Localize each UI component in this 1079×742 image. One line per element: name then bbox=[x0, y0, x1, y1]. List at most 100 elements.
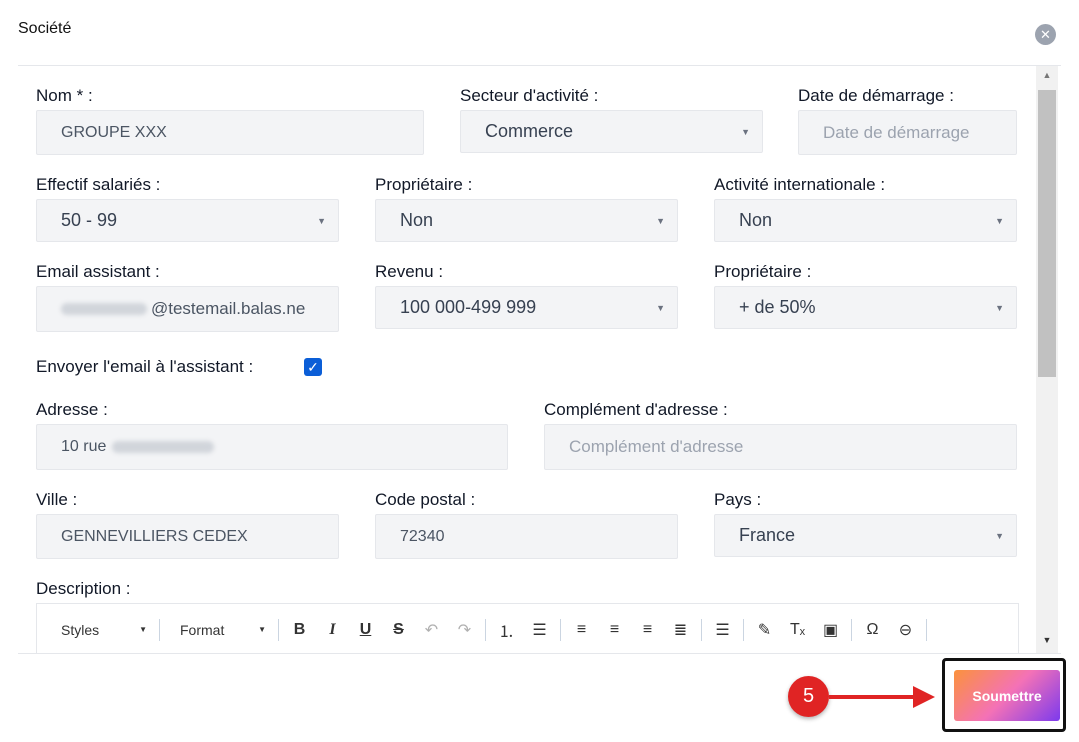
modal-title: Société bbox=[18, 20, 72, 37]
effectif-value: 50 - 99 bbox=[61, 210, 118, 230]
secteur-value: Commerce bbox=[485, 121, 574, 141]
format-label: Format bbox=[180, 621, 225, 638]
arrow-right-icon bbox=[913, 686, 935, 708]
toolbar-divider bbox=[701, 618, 702, 641]
submit-button[interactable]: Soumettre bbox=[954, 670, 1060, 721]
scrollbar-thumb[interactable] bbox=[1038, 90, 1056, 377]
horizontal-rule-icon[interactable]: ☰ bbox=[706, 618, 739, 642]
redacted-text bbox=[61, 303, 147, 315]
link-icon[interactable]: ⊖ bbox=[889, 618, 922, 642]
align-center-icon[interactable]: ≡ bbox=[598, 618, 631, 642]
complement-field[interactable]: Complément d'adresse bbox=[544, 424, 1017, 470]
bulleted-list-icon[interactable]: ☰ bbox=[523, 618, 556, 642]
proprietaire-pct-select[interactable]: + de 50% ▼ bbox=[714, 286, 1017, 329]
toolbar-divider bbox=[851, 618, 852, 641]
revenu-select[interactable]: 100 000-499 999 ▼ bbox=[375, 286, 678, 329]
code-postal-field[interactable]: 72340 bbox=[375, 514, 678, 559]
align-right-icon[interactable]: ≡ bbox=[631, 618, 664, 642]
activite-internationale-select[interactable]: Non ▼ bbox=[714, 199, 1017, 242]
pays-value: France bbox=[739, 525, 796, 545]
date-demarrage-placeholder: Date de démarrage bbox=[823, 122, 970, 142]
scroll-down-icon[interactable]: ▼ bbox=[1036, 635, 1058, 649]
chevron-down-icon: ▼ bbox=[656, 215, 665, 226]
toolbar-divider bbox=[485, 618, 486, 641]
proprietaire-value: Non bbox=[400, 210, 434, 230]
clear-format-icon[interactable]: Tₓ bbox=[781, 618, 814, 642]
redo-icon[interactable]: ↷ bbox=[448, 618, 481, 642]
code-postal-label: Code postal : bbox=[375, 490, 476, 509]
proprietaire-pct-label: Propriétaire : bbox=[714, 262, 812, 281]
secteur-label: Secteur d'activité : bbox=[460, 86, 599, 105]
toolbar-divider bbox=[159, 618, 160, 641]
format-painter-icon[interactable]: ✎ bbox=[748, 618, 781, 642]
activite-internationale-label: Activité internationale : bbox=[714, 175, 886, 194]
toolbar-divider bbox=[743, 618, 744, 641]
chevron-down-icon: ▼ bbox=[995, 215, 1004, 226]
toolbar-divider bbox=[278, 618, 279, 641]
chevron-down-icon: ▼ bbox=[258, 625, 266, 634]
chevron-down-icon: ▼ bbox=[741, 126, 750, 137]
envoyer-email-label: Envoyer l'email à l'assistant : bbox=[36, 357, 254, 376]
toolbar-divider bbox=[926, 618, 927, 641]
ville-label: Ville : bbox=[36, 490, 78, 509]
revenu-value: 100 000-499 999 bbox=[400, 297, 537, 317]
nom-label: Nom * : bbox=[36, 86, 93, 105]
chevron-down-icon: ▼ bbox=[317, 215, 326, 226]
societe-modal: Société ✕ Nom * : GROUPE XXX Secteur d'a… bbox=[0, 0, 1079, 742]
envoyer-email-checkbox[interactable]: ✓ bbox=[304, 358, 322, 376]
close-icon[interactable]: ✕ bbox=[1035, 24, 1056, 45]
secteur-select[interactable]: Commerce ▼ bbox=[460, 110, 763, 153]
proprietaire-pct-value: + de 50% bbox=[739, 297, 816, 317]
adresse-field[interactable]: 10 rue bbox=[36, 424, 508, 470]
date-demarrage-field[interactable]: Date de démarrage bbox=[798, 110, 1017, 155]
effectif-label: Effectif salariés : bbox=[36, 175, 161, 194]
step-badge: 5 bbox=[788, 676, 829, 717]
toolbar-divider bbox=[560, 618, 561, 641]
code-postal-value: 72340 bbox=[400, 527, 445, 545]
nom-value: GROUPE XXX bbox=[61, 123, 167, 141]
modal-body: Nom * : GROUPE XXX Secteur d'activité : … bbox=[18, 66, 1033, 653]
complement-label: Complément d'adresse : bbox=[544, 400, 728, 419]
footer-divider bbox=[18, 653, 1061, 654]
nom-field[interactable]: GROUPE XXX bbox=[36, 110, 424, 155]
email-assistant-field[interactable]: @testemail.balas.ne bbox=[36, 286, 339, 332]
chevron-down-icon: ▼ bbox=[995, 530, 1004, 541]
scroll-up-icon[interactable]: ▲ bbox=[1036, 70, 1058, 84]
bold-icon[interactable]: B bbox=[283, 618, 316, 642]
strikethrough-icon[interactable]: S bbox=[382, 618, 415, 642]
description-label: Description : bbox=[36, 579, 131, 598]
undo-icon[interactable]: ↶ bbox=[415, 618, 448, 642]
activite-internationale-value: Non bbox=[739, 210, 773, 230]
complement-placeholder: Complément d'adresse bbox=[569, 437, 744, 456]
email-assistant-label: Email assistant : bbox=[36, 262, 160, 281]
styles-label: Styles bbox=[61, 621, 100, 638]
adresse-value: 10 rue bbox=[61, 438, 107, 455]
editor-toolbar: Styles ▼ Format ▼ B I U S ↶ ↷ ⒈ ☰ ≡ ≡ ≡ ≣ … bbox=[36, 603, 1019, 653]
format-dropdown[interactable]: Format ▼ bbox=[164, 618, 274, 642]
chevron-down-icon: ▼ bbox=[995, 302, 1004, 313]
pays-label: Pays : bbox=[714, 490, 762, 509]
pays-select[interactable]: France ▼ bbox=[714, 514, 1017, 557]
justify-icon[interactable]: ≣ bbox=[664, 618, 697, 642]
styles-dropdown[interactable]: Styles ▼ bbox=[45, 618, 155, 642]
ville-field[interactable]: GENNEVILLIERS CEDEX bbox=[36, 514, 339, 559]
redacted-text bbox=[112, 441, 215, 453]
effectif-select[interactable]: 50 - 99 ▼ bbox=[36, 199, 339, 242]
date-demarrage-label: Date de démarrage : bbox=[798, 86, 954, 105]
underline-icon[interactable]: U bbox=[349, 618, 382, 642]
adresse-label: Adresse : bbox=[36, 400, 108, 419]
email-assistant-value: @testemail.balas.ne bbox=[151, 299, 306, 318]
special-char-icon[interactable]: Ω bbox=[856, 618, 889, 642]
align-left-icon[interactable]: ≡ bbox=[565, 618, 598, 642]
modal-scrollbar[interactable]: ▲ ▼ bbox=[1036, 66, 1058, 653]
paste-word-icon[interactable]: ▣ bbox=[814, 618, 847, 642]
chevron-down-icon: ▼ bbox=[656, 302, 665, 313]
revenu-label: Revenu : bbox=[375, 262, 444, 281]
proprietaire-label: Propriétaire : bbox=[375, 175, 473, 194]
chevron-down-icon: ▼ bbox=[139, 625, 147, 634]
annotation-arrow bbox=[829, 695, 919, 699]
ville-value: GENNEVILLIERS CEDEX bbox=[61, 527, 248, 545]
numbered-list-icon[interactable]: ⒈ bbox=[490, 618, 523, 642]
proprietaire-select[interactable]: Non ▼ bbox=[375, 199, 678, 242]
italic-icon[interactable]: I bbox=[316, 618, 349, 642]
